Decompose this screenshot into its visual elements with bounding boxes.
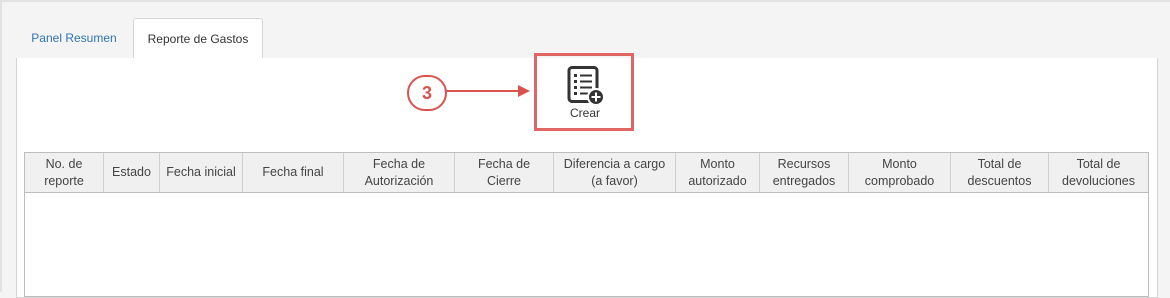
col-recursos-entregados[interactable]: Recursos entregados xyxy=(760,153,849,192)
col-fecha-final[interactable]: Fecha final xyxy=(243,153,344,192)
col-fecha-inicial[interactable]: Fecha inicial xyxy=(160,153,243,192)
tab-panel-resumen[interactable]: Panel Resumen xyxy=(16,18,132,58)
col-monto-autorizado[interactable]: Monto autorizado xyxy=(676,153,760,192)
reportes-table: No. de reporte Estado Fecha inicial Fech… xyxy=(24,152,1149,297)
table-header: No. de reporte Estado Fecha inicial Fech… xyxy=(25,153,1148,193)
col-fecha-cierre[interactable]: Fecha de Cierre xyxy=(455,153,554,192)
right-arrow-icon xyxy=(446,85,530,97)
top-border xyxy=(0,0,1170,2)
left-border xyxy=(0,0,2,292)
crear-button[interactable]: Crear xyxy=(540,60,630,126)
col-fecha-autorizacion[interactable]: Fecha de Autorización xyxy=(344,153,455,192)
add-document-icon xyxy=(567,66,605,106)
col-total-descuentos[interactable]: Total de descuentos xyxy=(951,153,1049,192)
col-estado[interactable]: Estado xyxy=(104,153,160,192)
col-diferencia[interactable]: Diferencia a cargo (a favor) xyxy=(554,153,676,192)
col-monto-comprobado[interactable]: Monto comprobado xyxy=(849,153,951,192)
col-no-reporte[interactable]: No. de reporte xyxy=(25,153,104,192)
col-total-devoluciones[interactable]: Total de devoluciones xyxy=(1049,153,1148,192)
tab-reporte-de-gastos[interactable]: Reporte de Gastos xyxy=(133,18,263,59)
step-number-badge: 3 xyxy=(407,75,447,111)
crear-label: Crear xyxy=(569,106,600,120)
